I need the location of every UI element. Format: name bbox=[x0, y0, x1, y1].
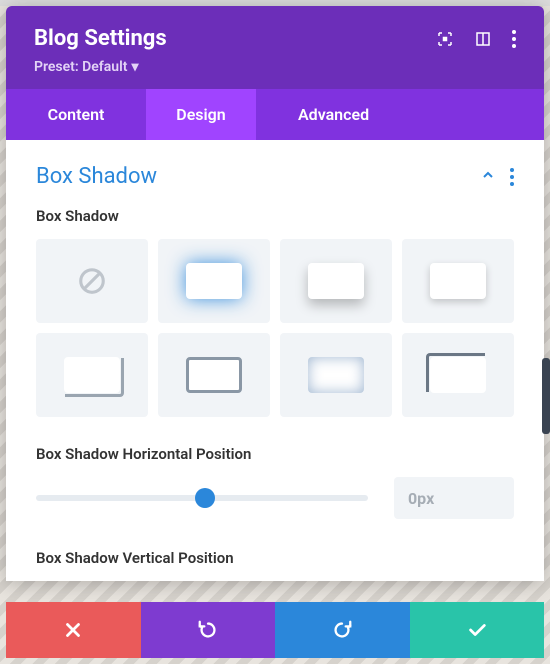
tab-advanced[interactable]: Advanced bbox=[256, 89, 544, 140]
horizontal-value-input[interactable]: 0px bbox=[394, 477, 514, 519]
shadow-preset-topleft[interactable] bbox=[402, 333, 514, 417]
shadow-preset-border[interactable] bbox=[158, 333, 270, 417]
shadow-preset-glow[interactable] bbox=[158, 239, 270, 323]
preset-selector[interactable]: Preset: Default▾ bbox=[34, 59, 516, 75]
shadow-preset-soft[interactable] bbox=[402, 239, 514, 323]
shadow-preset-offset[interactable] bbox=[36, 333, 148, 417]
columns-icon[interactable] bbox=[474, 30, 492, 48]
undo-button[interactable] bbox=[141, 602, 276, 658]
tab-content[interactable]: Content bbox=[6, 89, 146, 140]
horizontal-slider[interactable] bbox=[36, 495, 368, 501]
section-title[interactable]: Box Shadow bbox=[36, 164, 466, 189]
preset-label: Preset: Default bbox=[34, 59, 127, 75]
horizontal-position-label: Box Shadow Horizontal Position bbox=[6, 445, 544, 477]
section-menu-icon[interactable] bbox=[510, 168, 514, 186]
tab-design[interactable]: Design bbox=[146, 89, 256, 140]
cancel-button[interactable] bbox=[6, 602, 141, 658]
tab-bar: Content Design Advanced bbox=[6, 89, 544, 140]
slider-thumb[interactable] bbox=[195, 488, 215, 508]
box-shadow-label: Box Shadow bbox=[6, 207, 544, 239]
footer-actions bbox=[6, 602, 544, 658]
scrollbar-thumb[interactable] bbox=[542, 358, 550, 434]
caret-down-icon: ▾ bbox=[131, 59, 138, 75]
redo-button[interactable] bbox=[275, 602, 410, 658]
focus-icon[interactable] bbox=[436, 30, 454, 48]
vertical-position-label: Box Shadow Vertical Position bbox=[6, 549, 544, 581]
chevron-up-icon[interactable] bbox=[480, 167, 496, 187]
shadow-preset-drop[interactable] bbox=[280, 239, 392, 323]
shadow-preset-none[interactable] bbox=[36, 239, 148, 323]
save-button[interactable] bbox=[410, 602, 545, 658]
shadow-preset-inset[interactable] bbox=[280, 333, 392, 417]
menu-icon[interactable] bbox=[512, 30, 516, 48]
panel-title: Blog Settings bbox=[34, 26, 416, 51]
shadow-preset-grid bbox=[6, 239, 544, 445]
